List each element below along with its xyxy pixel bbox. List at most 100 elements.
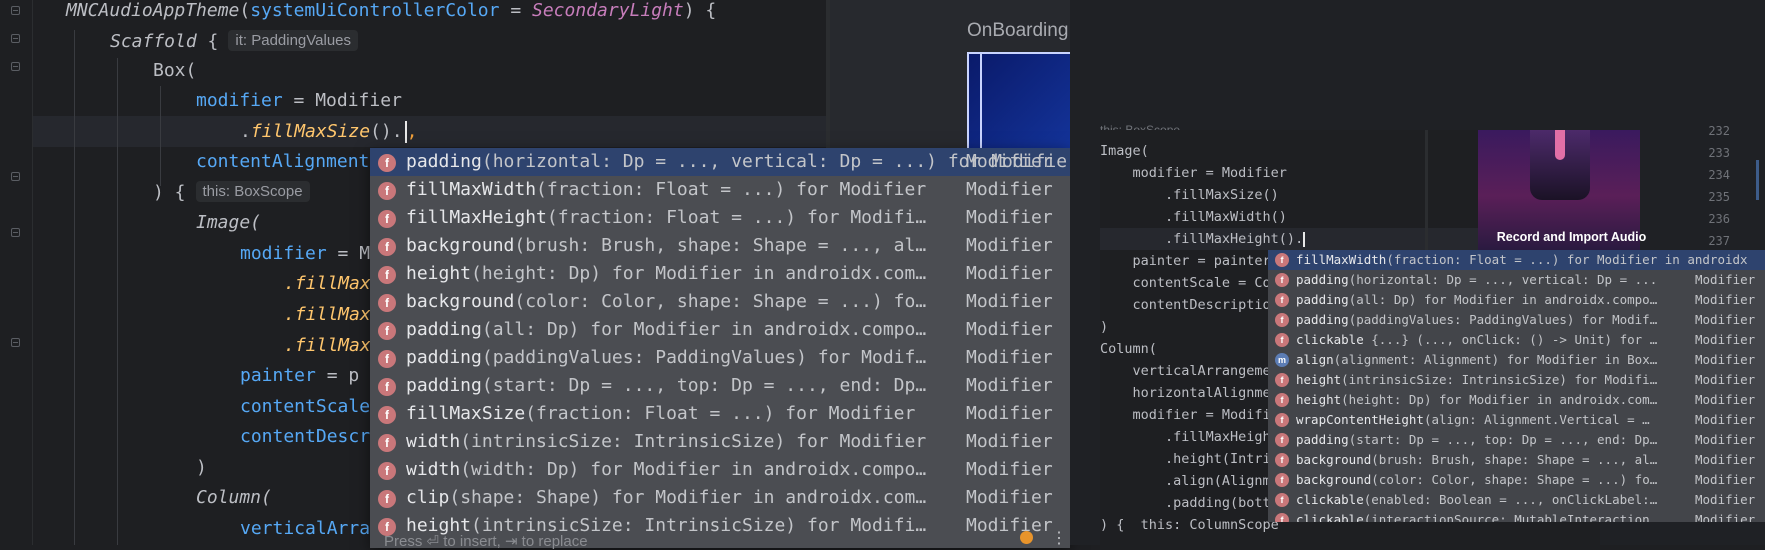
completion-item[interactable]: f padding(all: Dp) for Modifier in androi…: [370, 316, 1070, 344]
fold-marker-icon[interactable]: [11, 228, 20, 237]
indent-guide: [160, 86, 161, 186]
completion-item[interactable]: f fillMaxWidth(fraction: Float = ...) for…: [1268, 250, 1765, 270]
completion-item[interactable]: f fillMaxSize(fraction: Float = ...) for …: [370, 400, 1070, 428]
completion-item[interactable]: f padding(paddingValues: PaddingValues) f…: [370, 344, 1070, 372]
code-line-16: ): [196, 457, 207, 478]
completion-item[interactable]: f height(height: Dp) for Modifier in andr…: [1268, 390, 1765, 410]
completion-item[interactable]: f wrapContentHeight(align: Alignment.Vert…: [1268, 410, 1765, 430]
current-line-highlight: [32, 116, 832, 147]
function-icon: f: [378, 182, 396, 200]
line-number-gutter: 232 233 234 235 236 237: [1700, 120, 1750, 250]
completion-item[interactable]: f clickable {...} (..., onClick: () -> Un…: [1268, 330, 1765, 350]
code-line: painter = painterR: [1100, 253, 1279, 269]
completion-item[interactable]: f width(width: Dp) for Modifier in androi…: [370, 456, 1070, 484]
code-line-9: modifier = M: [240, 243, 371, 264]
completion-item[interactable]: f background(color: Color, shape: Shape =…: [1268, 470, 1765, 490]
code-line: .fillMaxWidth(): [1100, 209, 1287, 225]
function-icon: f: [1275, 493, 1289, 507]
text-cursor: [1303, 231, 1306, 247]
function-icon: f: [378, 462, 396, 480]
function-icon: f: [1275, 293, 1289, 307]
code-line-10: .fillMax: [284, 273, 371, 294]
code-line: ) { this: ColumnScope: [1100, 517, 1279, 533]
function-icon: f: [378, 210, 396, 228]
editor-split-divider[interactable]: [1425, 130, 1428, 260]
code-line: .padding(botto: [1100, 495, 1279, 511]
code-line-11: .fillMax: [284, 304, 371, 325]
completion-item[interactable]: f padding(horizontal: Dp = ..., vertical:…: [1268, 270, 1765, 290]
code-line: .height(Intrin: [1100, 451, 1279, 467]
function-icon: f: [378, 322, 396, 340]
function-icon: f: [378, 406, 396, 424]
function-icon: f: [1275, 253, 1289, 267]
editor-gutter: [0, 0, 33, 545]
indent-guide: [117, 58, 118, 545]
status-dot-icon: [1020, 531, 1033, 544]
fold-marker-icon[interactable]: [11, 172, 20, 181]
completion-item[interactable]: f background(brush: Brush, shape: Shape =…: [1268, 450, 1765, 470]
code-line-8: Image(: [196, 212, 262, 233]
completion-popup-secondary[interactable]: f fillMaxWidth(fraction: Float = ...) for…: [1268, 250, 1765, 522]
code-line: Image(: [1100, 143, 1149, 159]
function-icon: f: [378, 350, 396, 368]
function-icon: f: [378, 238, 396, 256]
indent-guide: [74, 30, 75, 545]
code-line: ): [1100, 319, 1109, 335]
code-line-17: Column(: [196, 487, 272, 508]
function-icon: f: [1275, 313, 1289, 327]
fold-marker-icon[interactable]: [11, 34, 20, 43]
code-line: .fillMaxHeight: [1100, 429, 1279, 445]
code-line: contentScale = Con: [1100, 275, 1279, 291]
function-icon: f: [1275, 333, 1289, 347]
code-line: horizontalAlignmen: [1100, 385, 1279, 401]
code-line: modifier = Modifie: [1100, 407, 1279, 423]
code-line-12: .fillMax: [284, 335, 371, 356]
completion-item[interactable]: f background(brush: Brush, shape: Shape =…: [370, 232, 1070, 260]
completion-item[interactable]: f width(intrinsicSize: IntrinsicSize) for…: [370, 428, 1070, 456]
function-icon: f: [1275, 273, 1289, 287]
line-number: 236: [1708, 212, 1730, 226]
completion-item[interactable]: f height(intrinsicSize: IntrinsicSize) fo…: [1268, 370, 1765, 390]
function-icon: f: [1275, 393, 1289, 407]
function-icon: f: [378, 154, 396, 172]
function-icon: f: [378, 434, 396, 452]
code-line: verticalArrangemen: [1100, 363, 1279, 379]
completion-item[interactable]: f padding(paddingValues: PaddingValues) f…: [1268, 310, 1765, 330]
completion-item[interactable]: m align(alignment: Alignment) for Modifie…: [1268, 350, 1765, 370]
function-icon: f: [1275, 373, 1289, 387]
completion-footer-hint: Press ⏎ to insert, ⇥ to replace: [384, 533, 588, 550]
function-icon: f: [1275, 513, 1289, 522]
completion-item[interactable]: f padding(start: Dp = ..., top: Dp = ...,…: [1268, 430, 1765, 450]
fold-marker-icon[interactable]: [11, 338, 20, 347]
more-options-icon[interactable]: ⋮: [1051, 528, 1067, 548]
function-icon: f: [378, 266, 396, 284]
completion-item[interactable]: f fillMaxWidth(fraction: Float = ...) for…: [370, 176, 1070, 204]
preview-caption: Record and Import Audio: [1496, 230, 1647, 244]
completion-item[interactable]: f padding(start: Dp = ..., top: Dp = ...,…: [370, 372, 1070, 400]
line-number: 232: [1708, 124, 1730, 138]
function-icon: f: [1275, 433, 1289, 447]
code-line: .fillMaxSize(): [1100, 187, 1279, 203]
code-line: contentDescription: [1100, 297, 1279, 313]
code-line: modifier = Modifier: [1100, 165, 1287, 181]
function-icon: f: [378, 490, 396, 508]
fold-marker-icon[interactable]: [11, 6, 20, 15]
function-icon: f: [1275, 473, 1289, 487]
completion-item[interactable]: f clip(shape: Shape) for Modifier in andr…: [370, 484, 1070, 512]
completion-item[interactable]: f padding(all: Dp) for Modifier in androi…: [1268, 290, 1765, 310]
line-number: 234: [1708, 168, 1730, 182]
completion-item[interactable]: f padding(horizontal: Dp = ..., vertical:…: [370, 148, 1070, 176]
completion-item[interactable]: f clickable(interactionSource: MutableInt…: [1268, 510, 1765, 522]
completion-item[interactable]: f background(color: Color, shape: Shape =…: [370, 288, 1070, 316]
fold-marker-icon[interactable]: [11, 62, 20, 71]
receiver-hint: this: BoxScope: [195, 181, 310, 202]
completion-item[interactable]: f fillMaxHeight(fraction: Float = ...) fo…: [370, 204, 1070, 232]
code-line-13: painter = p: [240, 365, 360, 386]
completion-popup[interactable]: f padding(horizontal: Dp = ..., vertical:…: [370, 148, 1070, 548]
completion-item[interactable]: f clickable(enabled: Boolean = ..., onCli…: [1268, 490, 1765, 510]
microphone-head-icon: [1555, 130, 1565, 160]
parameter-hint: it: PaddingValues: [228, 30, 359, 51]
function-icon: f: [378, 378, 396, 396]
completion-item[interactable]: f height(height: Dp) for Modifier in andr…: [370, 260, 1070, 288]
code-line-5: .fillMaxSize().,: [240, 121, 418, 143]
